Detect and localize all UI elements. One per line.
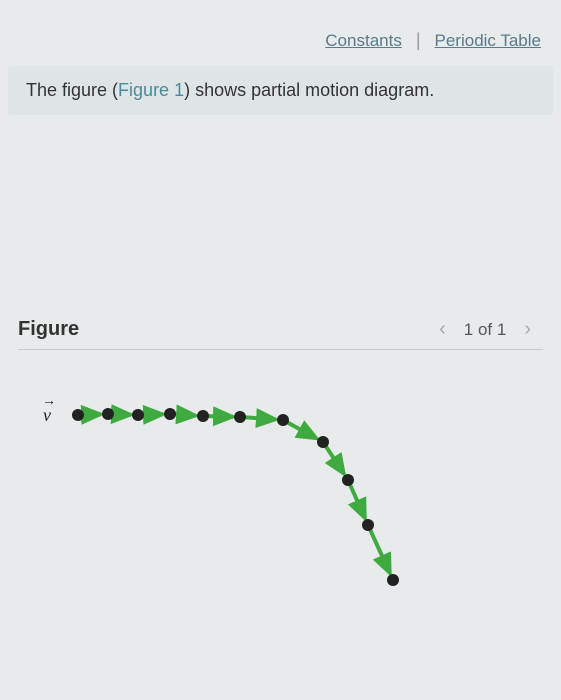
periodic-table-link[interactable]: Periodic Table [435,31,541,51]
link-divider: | [416,30,421,51]
figure-body: v [18,385,543,585]
constants-link[interactable]: Constants [325,31,402,51]
problem-statement: The figure (Figure 1) shows partial moti… [8,66,553,115]
problem-text-suffix: ) shows partial motion diagram. [184,80,434,100]
figure-reference-link[interactable]: Figure 1 [118,80,184,100]
main-container: Constants | Periodic Table The figure (F… [0,0,561,585]
figure-pager: ‹ 1 of 1 › [439,318,543,341]
velocity-label: v [43,405,51,426]
problem-text-prefix: The figure ( [26,80,118,100]
pager-next-icon[interactable]: › [524,318,531,341]
figure-section: Figure ‹ 1 of 1 › v [0,310,561,585]
pager-prev-icon[interactable]: ‹ [439,318,446,341]
figure-header: Figure ‹ 1 of 1 › [18,310,543,350]
motion-diagram-svg [58,400,418,600]
pager-text: 1 of 1 [464,320,507,340]
top-links-bar: Constants | Periodic Table [0,0,561,61]
figure-title: Figure [18,318,79,341]
